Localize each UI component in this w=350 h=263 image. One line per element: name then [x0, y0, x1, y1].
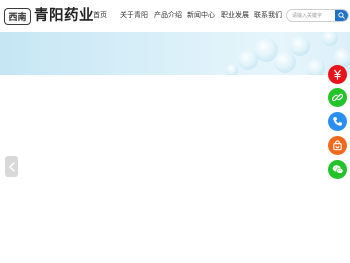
search-icon — [338, 12, 345, 19]
link-icon — [332, 93, 343, 102]
header: 西南 青阳药业 首页 关于青阳 产品介绍 新闻中心 职业发展 联系我们 — [0, 0, 350, 32]
brand-name: 青阳药业 — [34, 8, 94, 24]
logo-mark: 西南 — [4, 7, 31, 25]
side-price-button[interactable] — [328, 65, 347, 84]
nav-item-contact[interactable]: 联系我们 — [254, 10, 282, 20]
phone-icon — [333, 117, 342, 126]
logo[interactable]: 西南 青阳药业 — [4, 6, 94, 26]
side-link-button[interactable] — [328, 88, 347, 107]
yuan-icon — [334, 69, 341, 80]
nav-item-home[interactable]: 首页 — [93, 10, 107, 20]
side-phone-button[interactable] — [328, 112, 347, 131]
nav-item-news[interactable]: 新闻中心 — [187, 10, 215, 20]
search-box — [286, 9, 349, 22]
search-input[interactable] — [287, 10, 337, 21]
side-shop-button[interactable] — [328, 136, 347, 155]
wechat-icon — [332, 165, 343, 174]
search-button[interactable] — [335, 10, 348, 21]
slider-prev-button[interactable] — [5, 156, 18, 177]
chevron-left-icon — [8, 161, 15, 172]
nav-item-about[interactable]: 关于青阳 — [120, 10, 148, 20]
shop-icon — [333, 140, 342, 151]
hero-banner — [0, 32, 350, 75]
nav-item-careers[interactable]: 职业发展 — [221, 10, 249, 20]
side-wechat-button[interactable] — [328, 160, 347, 179]
banner-decoration — [226, 32, 350, 75]
nav-item-products[interactable]: 产品介绍 — [154, 10, 182, 20]
